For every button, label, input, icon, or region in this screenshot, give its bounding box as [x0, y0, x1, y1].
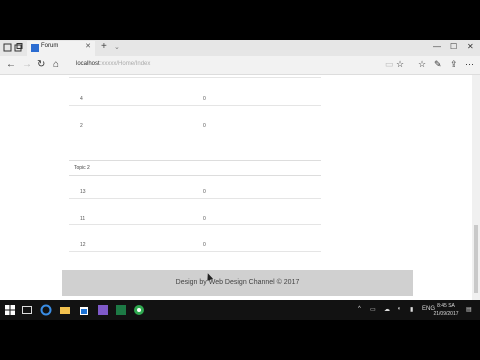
page-favicon-icon	[31, 44, 39, 52]
taskbar-clock[interactable]: 8:45 SA 21/09/2017	[432, 302, 460, 318]
chrome-icon[interactable]	[133, 304, 145, 316]
back-icon[interactable]: ←	[6, 59, 16, 70]
row-id: 11	[80, 216, 86, 222]
row-id: 4	[80, 96, 83, 102]
topic-header[interactable]: Topic 2	[69, 160, 321, 176]
close-window-button[interactable]: ✕	[467, 42, 474, 51]
refresh-icon[interactable]: ↻	[37, 59, 45, 70]
url-host: localhost	[76, 61, 100, 67]
volume-icon[interactable]: ◖	[397, 306, 401, 312]
scrollbar-thumb[interactable]	[474, 225, 478, 293]
row-id: 13	[80, 189, 86, 195]
share-icon[interactable]: ⇪	[450, 59, 458, 70]
store-icon[interactable]	[78, 304, 90, 316]
row-count: 0	[203, 216, 206, 222]
edge-browser-icon[interactable]	[40, 304, 52, 316]
tray-overflow-icon[interactable]: ^	[358, 306, 361, 312]
visual-studio-icon[interactable]	[97, 304, 109, 316]
tab-aside-icon[interactable]	[14, 43, 23, 52]
new-tab-button[interactable]: +	[101, 41, 107, 52]
tab-menu-icon[interactable]: ⌄	[114, 43, 120, 51]
url-path: :xxxxx/Home/Index	[99, 61, 151, 67]
favorite-star-icon[interactable]: ☆	[396, 59, 404, 70]
title-bar: Forum ✕ + ⌄ — ☐ ✕	[0, 40, 480, 56]
address-toolbar: ← → ↻ ⌂ localhost:xxxxx/Home/Index ▭ ☆ ☆…	[0, 56, 480, 75]
address-bar[interactable]: localhost:xxxxx/Home/Index	[76, 61, 150, 67]
maximize-button[interactable]: ☐	[450, 42, 457, 51]
tab-forum[interactable]: Forum ✕	[27, 41, 95, 56]
network-icon[interactable]: ▭	[370, 306, 376, 313]
row-id: 12	[80, 242, 86, 248]
file-explorer-icon[interactable]	[59, 304, 71, 316]
forward-icon[interactable]: →	[22, 59, 32, 70]
footer-text: Design by Web Design Channel © 2017	[175, 279, 300, 286]
row-divider	[69, 251, 321, 252]
row-id: 2	[80, 123, 83, 129]
web-note-icon[interactable]: ✎	[434, 59, 442, 70]
row-divider	[69, 77, 321, 78]
row-count: 0	[203, 123, 206, 129]
favorites-hub-icon[interactable]: ☆	[418, 59, 426, 70]
row-count: 0	[203, 189, 206, 195]
reading-view-icon[interactable]: ▭	[385, 59, 394, 70]
clock-time: 8:45 SA	[437, 303, 455, 309]
windows-start-icon[interactable]	[4, 304, 16, 316]
tab-title: Forum	[41, 43, 59, 49]
tab-preview-icon[interactable]	[3, 43, 12, 52]
page-scrollbar[interactable]	[472, 75, 480, 320]
excel-icon[interactable]	[115, 304, 127, 316]
home-icon[interactable]: ⌂	[53, 59, 59, 70]
clock-date: 21/09/2017	[433, 311, 459, 317]
action-center-icon[interactable]: ▤	[466, 306, 472, 313]
page-footer: Design by Web Design Channel © 2017	[62, 270, 413, 296]
topic-title: Topic 2	[74, 165, 90, 171]
row-count: 0	[203, 96, 206, 102]
page-content: 4 0 2 0 Topic 2 13 0 11 0 12 0 Design by…	[0, 75, 470, 320]
task-view-icon[interactable]	[21, 304, 33, 316]
row-count: 0	[203, 242, 206, 248]
battery-icon[interactable]: ▮	[410, 306, 413, 313]
row-divider	[69, 105, 321, 106]
tab-close-icon[interactable]: ✕	[85, 42, 91, 50]
browser-window: Forum ✕ + ⌄ — ☐ ✕ ← → ↻ ⌂ localhost:xxxx…	[0, 40, 480, 320]
row-divider	[69, 224, 321, 225]
row-divider	[69, 198, 321, 199]
minimize-button[interactable]: —	[433, 42, 441, 51]
onedrive-icon[interactable]: ☁	[384, 306, 390, 313]
more-menu-icon[interactable]: ⋯	[465, 59, 474, 70]
taskbar: ^ ▭ ☁ ◖ ▮ ENG 8:45 SA 21/09/2017 ▤	[0, 300, 480, 320]
